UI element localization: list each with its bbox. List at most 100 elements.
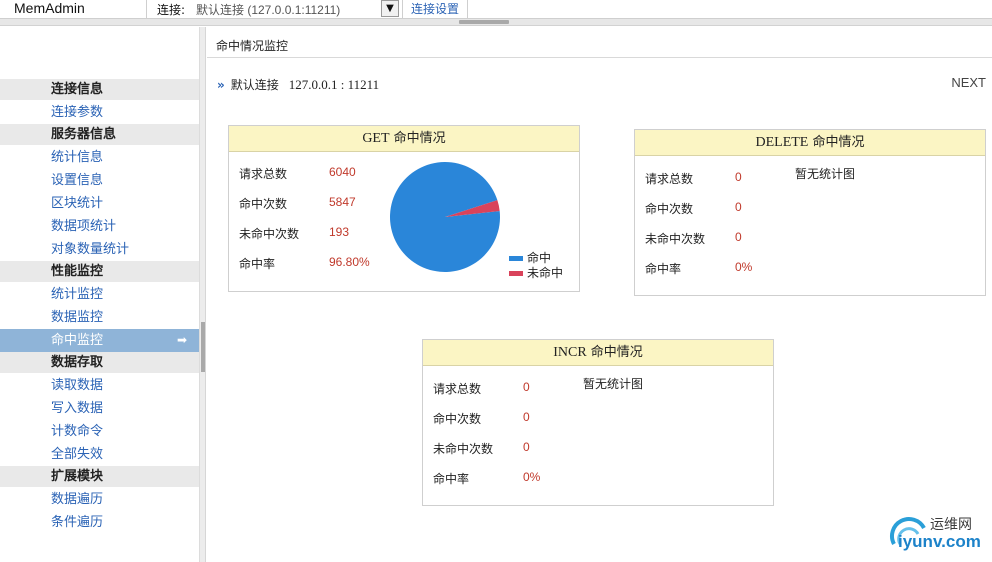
stat-label-misses: 未命中次数 — [645, 232, 706, 246]
main-content: 命中情况监控 » 默认连接 127.0.0.1 : 11211 NEXT GET 命… — [207, 27, 992, 562]
sidebar-item[interactable]: 设置信息 — [0, 169, 199, 192]
top-bar: MemAdmin 连接: 默认连接 (127.0.0.1:11211) ▼ 连接… — [0, 0, 992, 19]
stat-value-hits: 0 — [523, 410, 530, 424]
horizontal-splitter[interactable] — [0, 19, 992, 26]
legend-miss-label: 未命中 — [527, 266, 564, 280]
sidebar-item-label: 数据监控 — [51, 310, 104, 325]
sidebar-group-header: 性能监控 — [0, 261, 199, 283]
sidebar-group-header: 连接信息 — [0, 79, 199, 101]
hit-pie-chart — [390, 162, 500, 272]
sidebar-item-label: 区块统计 — [51, 196, 104, 211]
sidebar-item[interactable]: 数据项统计 — [0, 215, 199, 238]
sidebar: 连接信息连接参数服务器信息统计信息设置信息区块统计数据项统计对象数量统计性能监控… — [0, 27, 200, 562]
stat-label-hits: 命中次数 — [645, 202, 694, 216]
stat-label-misses: 未命中次数 — [433, 442, 494, 456]
sidebar-group-header: 数据存取 — [0, 352, 199, 374]
stat-value-misses: 0 — [735, 230, 742, 244]
panel-title: GET 命中情况 — [229, 126, 579, 152]
sidebar-item-label: 读取数据 — [51, 378, 104, 393]
connection-select-value[interactable]: 默认连接 (127.0.0.1:11211) — [196, 1, 340, 18]
dropdown-arrow-icon[interactable]: ▼ — [381, 0, 399, 17]
stat-value-total: 0 — [523, 380, 530, 394]
page-title: 命中情况监控 — [216, 39, 289, 53]
panel-title: DELETE 命中情况 — [635, 130, 985, 156]
sidebar-item[interactable]: 区块统计 — [0, 192, 199, 215]
sidebar-item-label: 连接参数 — [51, 105, 104, 120]
stat-value-misses: 193 — [329, 225, 350, 239]
sidebar-item[interactable]: 写入数据 — [0, 397, 199, 420]
sidebar-item-label: 计数命令 — [51, 424, 104, 439]
sidebar-item[interactable]: 计数命令 — [0, 420, 199, 443]
no-chart-text: 暂无统计图 — [583, 377, 644, 391]
sidebar-item[interactable]: 全部失效 — [0, 443, 199, 466]
stat-value-rate: 0% — [735, 260, 753, 274]
panel-title-text: 命中情况 — [586, 345, 643, 360]
next-button[interactable]: NEXT — [951, 75, 986, 90]
stat-label-rate: 命中率 — [433, 472, 470, 486]
splitter-grip-icon[interactable] — [459, 20, 509, 24]
sidebar-item-label: 统计监控 — [51, 287, 104, 302]
delete-hit-panel: DELETE 命中情况 请求总数 0 命中次数 0 未命中次数 0 命中率 0%… — [634, 129, 986, 296]
stat-value-misses: 0 — [523, 440, 530, 454]
sidebar-item-label: 数据项统计 — [51, 219, 117, 234]
panel-title: INCR 命中情况 — [423, 340, 773, 366]
panel-title-op: GET — [362, 131, 390, 146]
get-hit-panel: GET 命中情况 请求总数 6040 命中次数 5847 未命中次数 193 命… — [228, 125, 580, 292]
panel-title-text: 命中情况 — [389, 131, 446, 146]
sidebar-item-label: 设置信息 — [51, 173, 104, 188]
double-chevron-icon: » — [217, 78, 225, 92]
sidebar-item[interactable]: 统计信息 — [0, 146, 199, 169]
stat-label-rate: 命中率 — [239, 257, 276, 271]
no-chart-text: 暂无统计图 — [795, 167, 856, 181]
legend-hit-label: 命中 — [527, 251, 552, 265]
sidebar-item[interactable]: 连接参数 — [0, 101, 199, 124]
sidebar-item-label: 对象数量统计 — [51, 242, 130, 257]
connection-settings-link[interactable]: 连接设置 — [402, 0, 469, 19]
legend-hit-swatch — [509, 256, 523, 261]
sidebar-item[interactable]: 对象数量统计 — [0, 238, 199, 261]
stat-value-total: 6040 — [329, 165, 356, 179]
stat-value-total: 0 — [735, 170, 742, 184]
stat-value-hits: 5847 — [329, 195, 356, 209]
sidebar-item[interactable]: 统计监控 — [0, 283, 199, 306]
sidebar-item[interactable]: 数据遍历 — [0, 488, 199, 511]
panel-title-op: INCR — [553, 345, 587, 360]
sidebar-item-active[interactable]: 命中监控 ➡ — [0, 329, 199, 352]
stat-value-rate: 96.80% — [329, 255, 370, 269]
divider — [207, 57, 992, 58]
legend-miss: 未命中 — [509, 264, 563, 281]
stat-label-total: 请求总数 — [433, 382, 482, 396]
incr-hit-panel: INCR 命中情况 请求总数 0 命中次数 0 未命中次数 0 命中率 0% 暂… — [422, 339, 774, 506]
sidebar-group-header: 扩展模块 — [0, 466, 199, 488]
splitter-grip-icon[interactable] — [201, 322, 205, 372]
stat-label-hits: 命中次数 — [239, 197, 288, 211]
sidebar-item-label: 条件遍历 — [51, 515, 104, 530]
connection-info: » 默认连接 127.0.0.1 : 11211 — [217, 76, 379, 93]
panel-title-op: DELETE — [755, 135, 809, 150]
stat-label-hits: 命中次数 — [433, 412, 482, 426]
watermark: 运维网 iyunv.com — [888, 510, 992, 558]
connection-label: 连接: — [157, 3, 186, 17]
sidebar-item-label: 数据遍历 — [51, 492, 104, 507]
sidebar-item-label: 写入数据 — [51, 401, 104, 416]
sidebar-item-label: 命中监控 — [51, 333, 104, 348]
sidebar-group-header: 服务器信息 — [0, 124, 199, 146]
sidebar-item[interactable]: 读取数据 — [0, 374, 199, 397]
stat-label-total: 请求总数 — [239, 167, 288, 181]
vertical-splitter[interactable] — [200, 27, 206, 562]
sidebar-item[interactable]: 数据监控 — [0, 306, 199, 329]
stat-label-misses: 未命中次数 — [239, 227, 300, 241]
panel-title-text: 命中情况 — [808, 135, 865, 150]
sidebar-item-label: 全部失效 — [51, 447, 104, 462]
stat-label-rate: 命中率 — [645, 262, 682, 276]
app-title: MemAdmin — [0, 0, 147, 19]
watermark-text-cn: 运维网 — [930, 517, 972, 533]
right-arrow-icon: ➡ — [176, 333, 187, 347]
stat-value-rate: 0% — [523, 470, 541, 484]
sidebar-menu: 连接信息连接参数服务器信息统计信息设置信息区块统计数据项统计对象数量统计性能监控… — [0, 79, 199, 534]
watermark-text-en: iyunv.com — [898, 532, 981, 551]
stat-value-hits: 0 — [735, 200, 742, 214]
sidebar-item-label: 统计信息 — [51, 150, 104, 165]
legend-miss-swatch — [509, 271, 523, 276]
sidebar-item[interactable]: 条件遍历 — [0, 511, 199, 534]
